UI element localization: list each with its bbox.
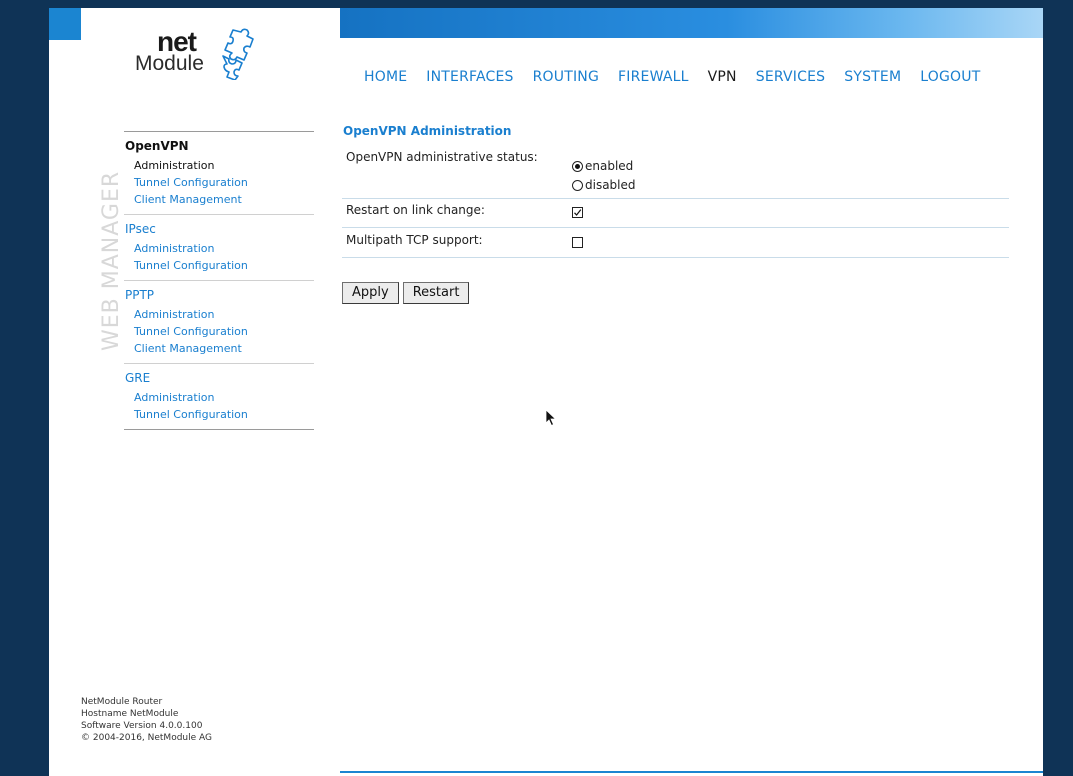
footer-version: Software Version 4.0.0.100 <box>81 721 203 731</box>
sidebar-item-ipsec-administration[interactable]: Administration <box>134 240 314 257</box>
sidebar-item-pptp-administration[interactable]: Administration <box>134 306 314 323</box>
sidebar-item-ipsec-tunnel-configuration[interactable]: Tunnel Configuration <box>134 257 314 274</box>
sidebar-group-ipsec: IPsec Administration Tunnel Configuration <box>124 215 314 280</box>
netmodule-logo: net Module <box>135 26 265 88</box>
restart-on-link-row: Restart on link change: <box>342 199 1009 228</box>
watermark-text: WEB MANAGER <box>99 170 124 351</box>
sidebar-item-openvpn-tunnel-configuration[interactable]: Tunnel Configuration <box>134 174 314 191</box>
radio-enabled[interactable] <box>572 160 583 172</box>
sidebar-heading-ipsec[interactable]: IPsec <box>125 222 314 236</box>
restart-on-link-label: Restart on link change: <box>346 203 485 217</box>
restart-button[interactable]: Restart <box>402 282 470 304</box>
nav-item-services[interactable]: SERVICES <box>756 69 826 85</box>
right-frame <box>1043 0 1073 776</box>
page-title: OpenVPN Administration <box>343 124 512 138</box>
status-label: OpenVPN administrative status: <box>346 150 538 164</box>
radio-enabled-option[interactable]: enabled <box>572 159 633 173</box>
multipath-tcp-row: Multipath TCP support: <box>342 228 1009 258</box>
sidebar-heading-openvpn[interactable]: OpenVPN <box>125 139 314 153</box>
checkmark-icon <box>574 209 582 216</box>
multipath-tcp-checkbox[interactable] <box>572 237 583 248</box>
radio-disabled-label: disabled <box>585 178 636 192</box>
footer-product: NetModule Router <box>81 697 163 707</box>
device-info-footer: NetModule Router Hostname NetModule Soft… <box>81 696 212 744</box>
nav-item-interfaces[interactable]: INTERFACES <box>426 69 513 85</box>
nav-item-home[interactable]: HOME <box>364 69 407 85</box>
sidebar-item-pptp-client-management[interactable]: Client Management <box>134 340 314 357</box>
radio-disabled-option[interactable]: disabled <box>572 178 636 192</box>
radio-enabled-label: enabled <box>585 159 634 173</box>
footer-accent-line <box>340 771 1043 773</box>
openvpn-admin-panel: OpenVPN Administration OpenVPN administr… <box>342 124 1009 304</box>
sidebar-group-openvpn: OpenVPN Administration Tunnel Configuratio… <box>124 132 314 214</box>
mouse-pointer-icon <box>545 409 557 427</box>
sidebar-item-pptp-tunnel-configuration[interactable]: Tunnel Configuration <box>134 323 314 340</box>
nav-item-vpn[interactable]: VPN <box>708 69 737 85</box>
logo-module-text: Module <box>135 52 204 75</box>
nav-item-logout[interactable]: LOGOUT <box>920 69 980 85</box>
header-accent-left <box>49 8 81 40</box>
sidebar-item-gre-tunnel-configuration[interactable]: Tunnel Configuration <box>134 406 314 423</box>
sidebar-group-pptp: PPTP Administration Tunnel Configuration Cl… <box>124 281 314 363</box>
vpn-sidebar: OpenVPN Administration Tunnel Configuratio… <box>124 131 314 430</box>
nav-item-system[interactable]: SYSTEM <box>844 69 901 85</box>
restart-on-link-checkbox[interactable] <box>572 207 583 218</box>
sidebar-heading-pptp[interactable]: PPTP <box>125 288 314 302</box>
status-row: OpenVPN administrative status: enabled d… <box>342 144 1009 199</box>
main-navigation: HOME INTERFACES ROUTING FIREWALL VPN SERVICES… <box>364 69 999 85</box>
sidebar-item-openvpn-administration[interactable]: Administration <box>134 157 314 174</box>
left-frame <box>0 0 49 776</box>
web-manager-page: net Module HOME INTERFACES ROUTING FIREWALL… <box>49 8 1043 776</box>
apply-button[interactable]: Apply <box>342 282 399 304</box>
form-buttons: Apply Restart <box>342 282 470 304</box>
footer-hostname: Hostname NetModule <box>81 709 179 719</box>
web-manager-watermark: WEB MANAGER <box>73 131 124 351</box>
puzzle-icon <box>222 28 254 80</box>
sidebar-item-openvpn-client-management[interactable]: Client Management <box>134 191 314 208</box>
header-banner <box>340 8 1043 38</box>
sidebar-divider <box>124 429 314 430</box>
nav-item-firewall[interactable]: FIREWALL <box>618 69 689 85</box>
multipath-tcp-label: Multipath TCP support: <box>346 233 483 247</box>
sidebar-heading-gre[interactable]: GRE <box>125 371 314 385</box>
sidebar-item-gre-administration[interactable]: Administration <box>134 389 314 406</box>
footer-copyright: © 2004-2016, NetModule AG <box>81 733 212 743</box>
sidebar-group-gre: GRE Administration Tunnel Configuration <box>124 364 314 429</box>
radio-disabled[interactable] <box>572 179 583 191</box>
nav-item-routing[interactable]: ROUTING <box>533 69 599 85</box>
